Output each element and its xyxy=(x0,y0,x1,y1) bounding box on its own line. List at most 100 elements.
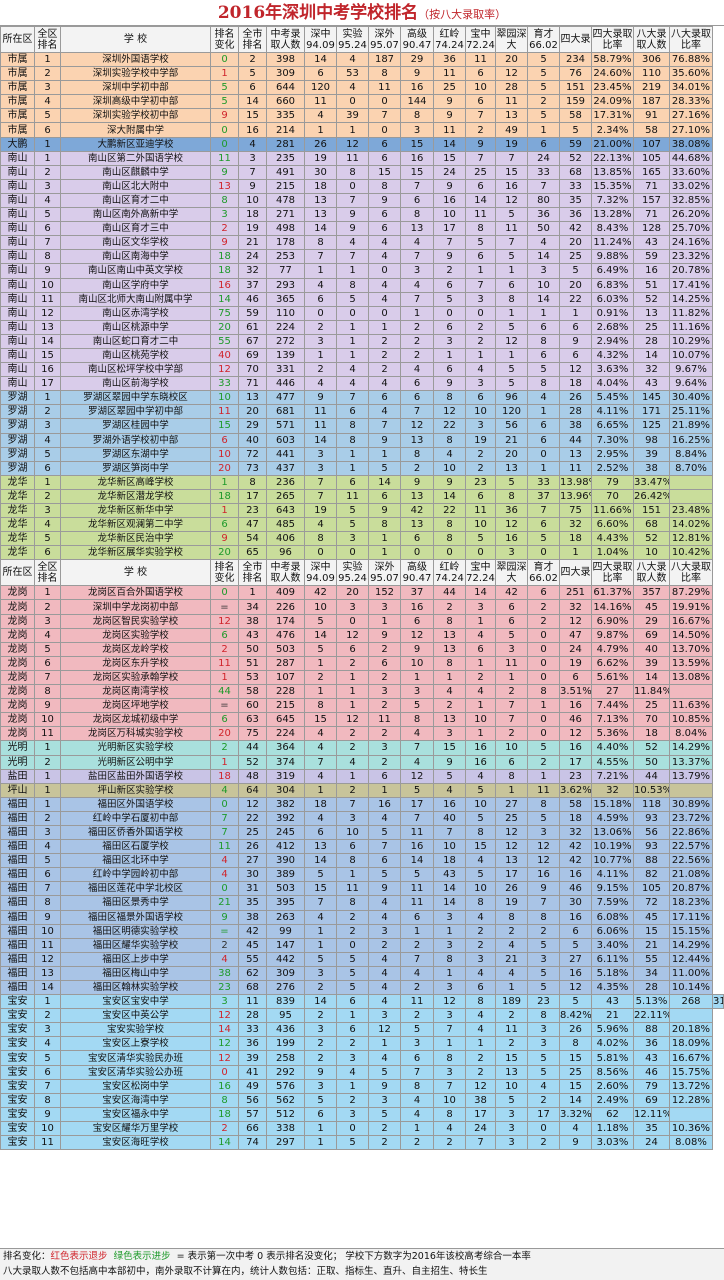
cell-yucai: 6 xyxy=(527,418,560,434)
cell-shenwai: 4 xyxy=(368,291,401,307)
cell-cuiyuan: 2 xyxy=(495,923,528,939)
cell-yucai: 7 xyxy=(527,895,560,911)
cell-shiyan: 2 xyxy=(336,740,369,756)
cell-school: 龙岗区万科城实验学校 xyxy=(60,726,211,742)
cell-district-rank: 5 xyxy=(34,641,61,657)
cell-shenzhong: 3 xyxy=(304,1078,337,1094)
table-row: 龙岗 1 龙岗区百合外国语学校 0 1 409 42 20 152 37 44 14 42 6 251 61.… xyxy=(0,585,724,601)
cell-hongling: 43 xyxy=(433,867,466,883)
cell-district: 罗湖 xyxy=(0,432,35,448)
cell-shenwai: 3 xyxy=(368,923,401,939)
table-row: 市属 3 深圳中学初中部 5 6 644 120 4 11 16 25 10 28 5 151 23.45% 2… xyxy=(0,80,724,96)
cell-cuiyuan: 16 xyxy=(495,178,528,194)
cell-shiyan: 39 xyxy=(336,108,369,124)
cell-shenwai: 6 xyxy=(368,768,401,784)
cell-shenzhong: 18 xyxy=(304,178,337,194)
cell-top4: 9 xyxy=(559,333,592,349)
cell-top4-rate: 7.21% xyxy=(591,768,634,784)
cell-district: 南山 xyxy=(0,164,35,180)
cell-gaoji: 37 xyxy=(400,585,434,601)
cell-admitted: 644 xyxy=(266,80,305,96)
cell-gaoji: 7 xyxy=(400,249,434,265)
cell-top8: 71 xyxy=(633,207,670,223)
cell-cuiyuan: 10 xyxy=(495,740,528,756)
cell-shenwai: 2 xyxy=(368,669,401,686)
cell-baozhong: 23 xyxy=(465,474,496,490)
cell-baozhong: 1 xyxy=(465,263,496,279)
cell-baozhong: 6 xyxy=(465,488,496,505)
cell-shenzhong: 5 xyxy=(304,641,337,657)
cell-admitted: 335 xyxy=(266,108,305,124)
cell-top4-rate: 32 xyxy=(591,782,634,798)
cell-admitted: 297 xyxy=(266,1135,305,1151)
cell-shenwai: 4 xyxy=(368,235,401,251)
cell-top8: 43 xyxy=(633,376,670,392)
cell-shenzhong: 8 xyxy=(304,531,337,547)
table-row: 南山 7 南山区文华学校 9 21 178 8 4 4 4 7 5 7 4 20 11.24% 43 24.16% xyxy=(0,235,724,251)
table-row: 福田 2 红岭中学石厦初中部 7 22 392 4 3 4 7 40 5 25 5 18 4.59% 93 23.… xyxy=(0,810,724,826)
cell-top4: 159 xyxy=(559,94,592,110)
cell-top8: 107 xyxy=(633,136,670,152)
cell-cuiyuan: 12 xyxy=(495,333,528,349)
cell-cuiyuan: 10 xyxy=(495,1078,528,1094)
cell-district-rank: 2 xyxy=(34,754,61,770)
cell-top4: 8.42% xyxy=(559,1008,592,1024)
cell-district-rank: 16 xyxy=(34,362,61,378)
cell-shiyan: 4 xyxy=(336,80,369,96)
cell-shiyan: 12 xyxy=(336,627,369,643)
cell-top8: 128 xyxy=(633,221,670,237)
cell-top8-rate xyxy=(669,684,713,700)
cell-shenzhong: 4 xyxy=(304,740,337,756)
cell-top8-rate: 10.42% xyxy=(669,545,713,561)
cell-cuiyuan: 11 xyxy=(495,655,528,671)
cell-city-rank: 40 xyxy=(238,432,267,448)
cell-hongling: 24 xyxy=(433,164,466,180)
header-hongling: 红岭74.24 xyxy=(433,559,466,587)
cell-gaoji: 16 xyxy=(400,150,434,166)
cell-top8: 34 xyxy=(633,965,670,982)
cell-baozhong: 8 xyxy=(465,994,496,1010)
cell-school: 深大附属中学 xyxy=(60,122,211,138)
cell-top8-rate: 13.72% xyxy=(669,1078,713,1094)
cell-top4: 6 xyxy=(559,319,592,335)
cell-hongling: 14 xyxy=(433,881,466,897)
cell-yucai: 17 xyxy=(527,1106,560,1122)
cell-district: 福田 xyxy=(0,881,35,897)
cell-top8: 43 xyxy=(633,1050,670,1066)
cell-district-rank: 9 xyxy=(34,263,61,279)
table-row: 龙岗 5 龙岗区龙岭学校 2 50 503 5 6 2 9 13 6 3 0 24 4.79% 40 13.70% xyxy=(0,641,724,657)
cell-top8-rate: 21.89% xyxy=(669,418,713,434)
cell-admitted: 395 xyxy=(266,895,305,911)
cell-shenzhong: 7 xyxy=(304,754,337,770)
cell-shenzhong: 1 xyxy=(304,684,337,700)
cell-baozhong: 6 xyxy=(465,641,496,657)
cell-cuiyuan: 4 xyxy=(495,965,528,982)
cell-shenwai: 5 xyxy=(368,867,401,883)
cell-cuiyuan: 12 xyxy=(495,517,528,533)
cell-district: 南山 xyxy=(0,221,35,237)
cell-shiyan: 6 xyxy=(336,404,369,420)
cell-top8-rate: 268 xyxy=(669,994,713,1010)
cell-city-rank: 30 xyxy=(238,867,267,883)
cell-district-rank: 2 xyxy=(34,404,61,420)
cell-rank-change: 3 xyxy=(210,994,239,1010)
cell-gaoji: 13 xyxy=(400,517,434,533)
cell-admitted: 478 xyxy=(266,192,305,209)
cell-baozhong: 2 xyxy=(465,1064,496,1080)
cell-admitted: 178 xyxy=(266,235,305,251)
cell-rank-change: = xyxy=(210,698,239,714)
cell-school: 南山区南海中学 xyxy=(60,249,211,265)
cell-hongling: 15 xyxy=(433,150,466,166)
cell-school: 深圳外国语学校 xyxy=(60,51,211,68)
cell-hongling: 14 xyxy=(433,136,466,152)
cell-rank-change: 3 xyxy=(210,207,239,223)
cell-top4-rate: 70 xyxy=(591,488,634,505)
cell-gaoji: 15 xyxy=(400,164,434,180)
cell-shiyan: 8 xyxy=(336,277,369,293)
cell-shenzhong: 1 xyxy=(304,263,337,279)
cell-district: 盐田 xyxy=(0,768,35,784)
cell-baozhong: 2 xyxy=(465,446,496,462)
cell-admitted: 643 xyxy=(266,502,305,519)
cell-baozhong: 11 xyxy=(465,51,496,68)
cell-shiyan: 5 xyxy=(336,502,369,519)
